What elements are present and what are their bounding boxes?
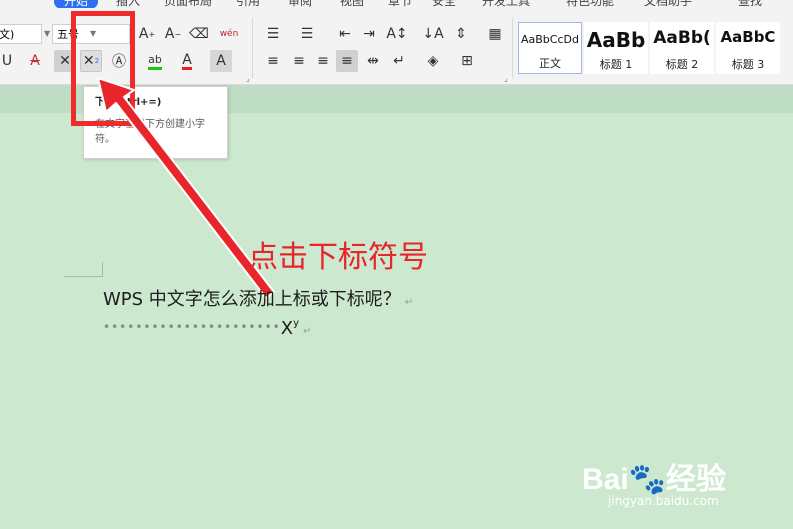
margin-corner-mark (64, 262, 103, 277)
base-text: X (280, 318, 294, 339)
space-marks: •••••••••••••••••••••• (103, 320, 281, 334)
document-line[interactable]: ••••••••••••••••••••••Xy↵ (103, 318, 311, 339)
baidu-logo: Bai🐾经验 (582, 463, 727, 496)
superscript-text: y (293, 318, 299, 329)
document-text: WPS 中文字怎么添加上标或下标呢？ (103, 289, 401, 310)
paragraph-mark: ↵ (302, 326, 312, 337)
document-line[interactable]: WPS 中文字怎么添加上标或下标呢？ ↵ (103, 285, 413, 311)
annotation-text: 点击下标符号 (248, 240, 428, 275)
paragraph-mark: ↵ (404, 297, 414, 308)
watermark-url: jingyan.baidu.com (608, 494, 719, 508)
baidu-watermark: Bai🐾经验 jingyan.baidu.com (582, 454, 727, 508)
